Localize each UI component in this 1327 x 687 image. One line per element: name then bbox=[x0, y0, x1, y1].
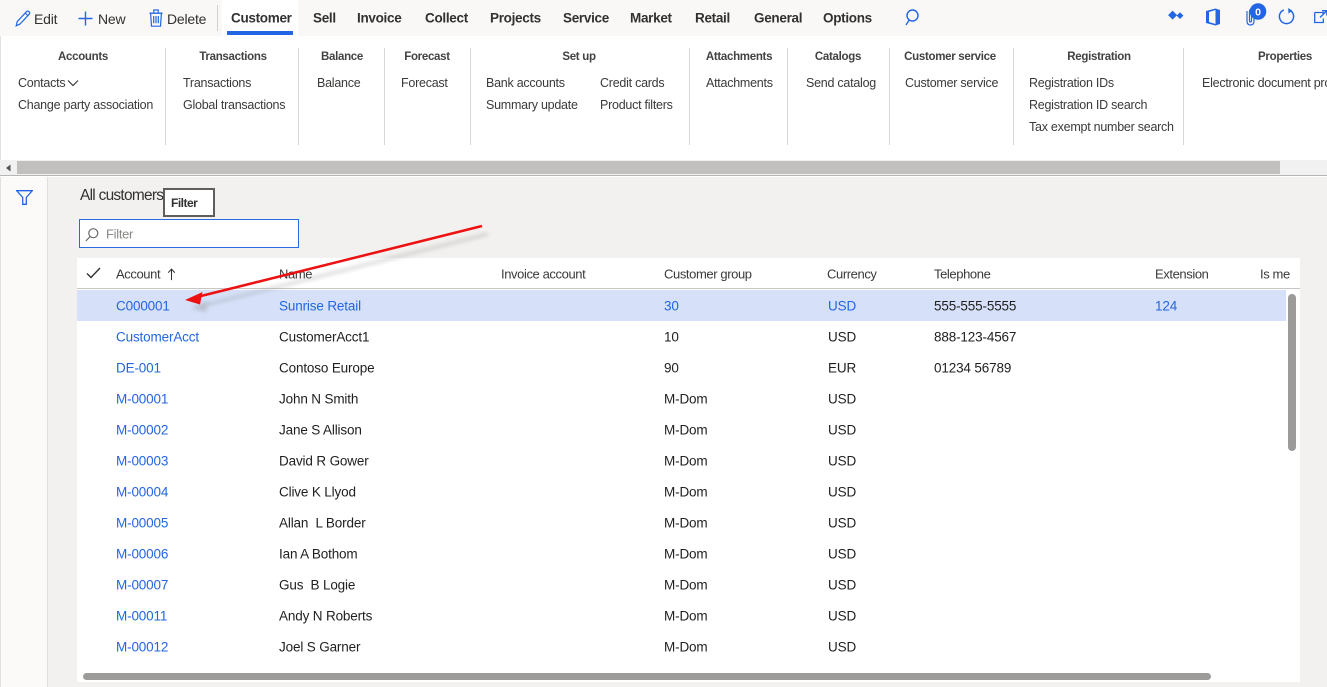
svg-text:0: 0 bbox=[1255, 6, 1261, 18]
